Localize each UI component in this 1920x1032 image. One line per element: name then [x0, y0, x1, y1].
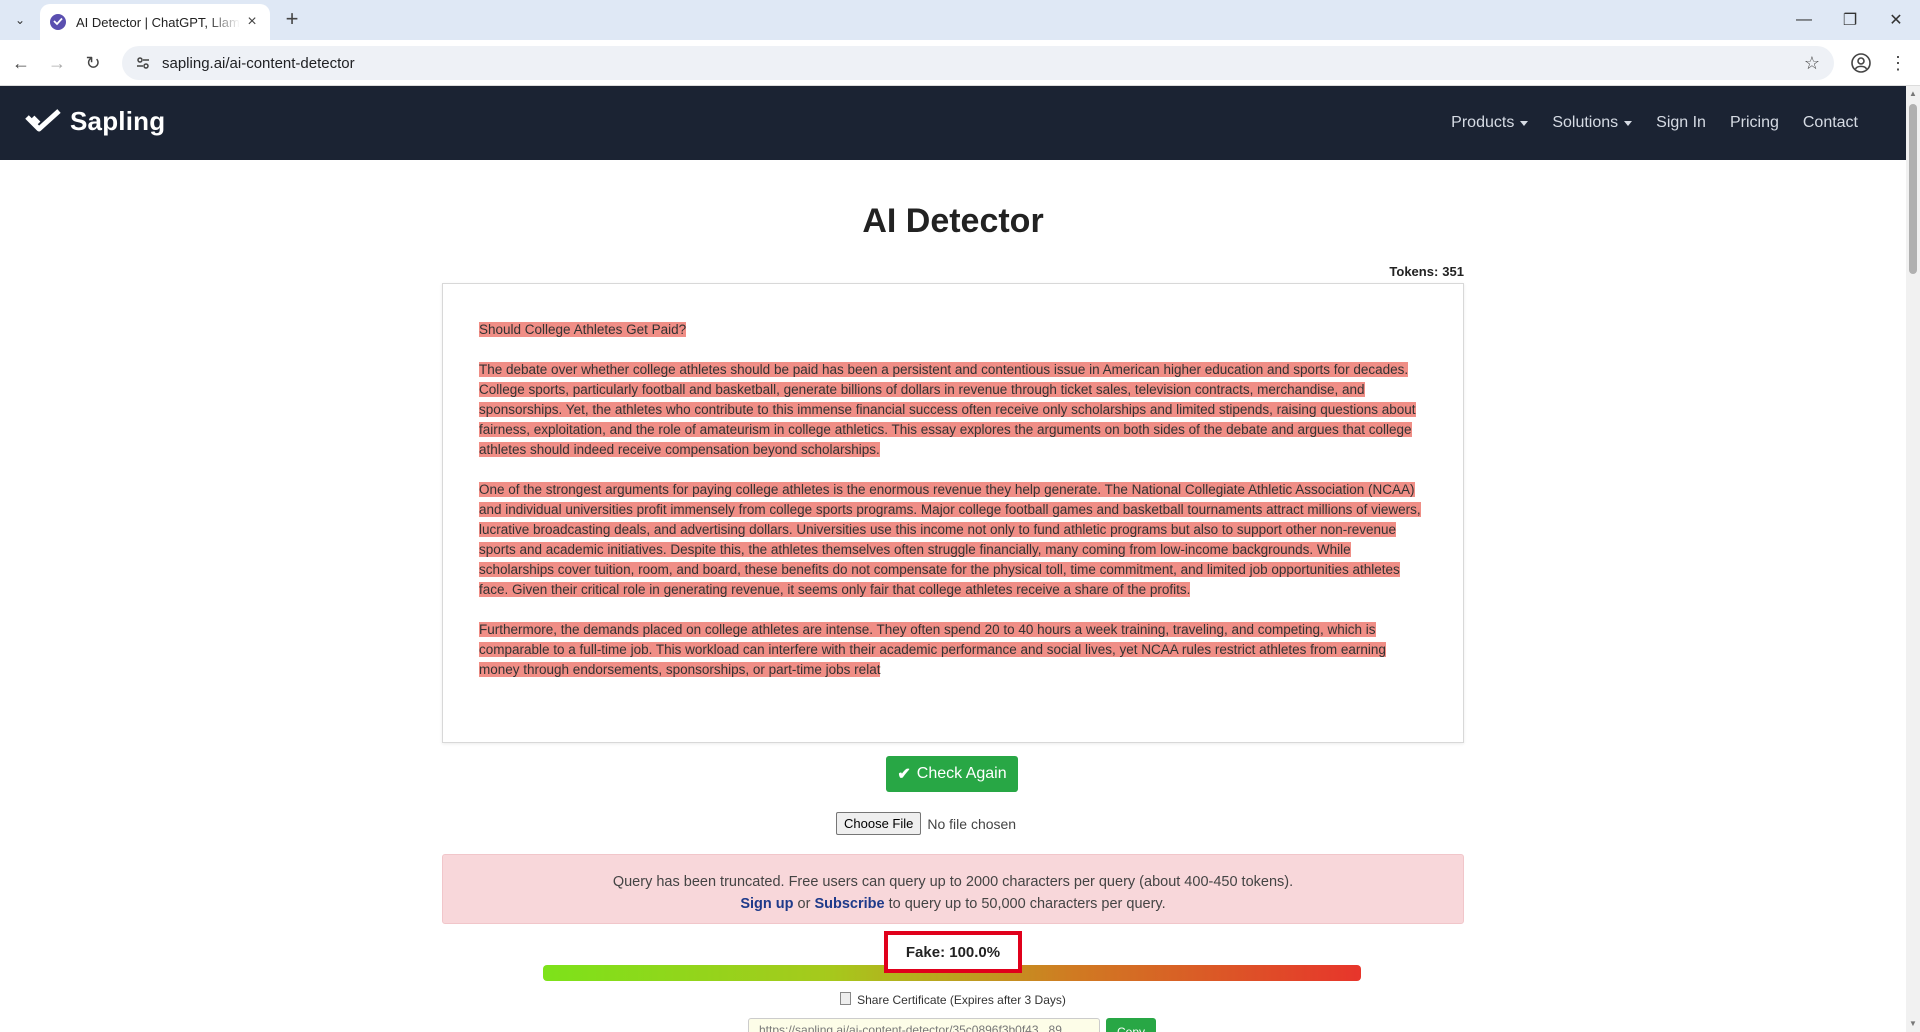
site-navbar: Sapling Products Solutions Sign In Prici…	[0, 86, 1906, 160]
browser-tab-strip: ⌄ AI Detector | ChatGPT, Llama × + — ❐ ✕	[0, 0, 1920, 40]
dropdown-caret-icon	[1520, 120, 1529, 126]
tab-close-icon[interactable]: ×	[244, 14, 260, 30]
file-status: No file chosen	[927, 815, 1017, 832]
text-paragraph: Should College Athletes Get Paid?	[479, 322, 687, 337]
document-icon	[840, 992, 852, 1005]
nav-products[interactable]: Products	[1451, 114, 1529, 132]
scroll-up-icon[interactable]: ▲	[1909, 90, 1917, 98]
text-paragraph: The debate over whether college athletes…	[479, 362, 1416, 457]
truncation-alert: Query has been truncated. Free users can…	[442, 854, 1464, 924]
profile-icon[interactable]	[1850, 52, 1872, 74]
sign-up-link[interactable]: Sign up	[740, 896, 793, 912]
text-paragraph: One of the strongest arguments for payin…	[479, 482, 1421, 597]
brand-name: Sapling	[70, 106, 166, 136]
share-certificate: Share Certificate (Expires after 3 Days)	[0, 992, 1906, 1007]
reload-icon[interactable]: ↻	[80, 50, 106, 76]
token-count: Tokens: 351	[1389, 264, 1464, 279]
dropdown-caret-icon	[1624, 120, 1633, 126]
minimize-icon[interactable]: —	[1782, 6, 1826, 34]
nav-contact[interactable]: Contact	[1803, 114, 1858, 132]
checkmark-icon: ✔	[897, 766, 911, 783]
close-window-icon[interactable]: ✕	[1874, 6, 1918, 34]
alert-line-1: Query has been truncated. Free users can…	[612, 874, 1294, 890]
copy-button[interactable]: Copy	[1106, 1018, 1156, 1032]
bookmark-star-icon[interactable]: ☆	[1802, 53, 1822, 73]
sapling-favicon-icon	[50, 14, 66, 30]
analyzed-text: Should College Athletes Get Paid? The de…	[479, 320, 1429, 700]
tab-search-chevron-icon[interactable]: ⌄	[8, 8, 32, 32]
file-upload: Choose File No file chosen	[836, 812, 1016, 835]
subscribe-link[interactable]: Subscribe	[814, 896, 884, 912]
nav-sign-in[interactable]: Sign In	[1656, 114, 1706, 132]
sapling-logo[interactable]: Sapling	[24, 106, 165, 137]
alert-line-2: Sign up or Subscribe to query up to 50,0…	[740, 896, 1166, 912]
new-tab-plus-icon[interactable]: +	[280, 8, 304, 32]
nav-pricing[interactable]: Pricing	[1730, 114, 1779, 132]
back-arrow-icon[interactable]: ←	[8, 50, 34, 76]
fake-score: Fake: 100.0%	[884, 931, 1022, 973]
nav-solutions[interactable]: Solutions	[1552, 114, 1633, 132]
forward-arrow-icon[interactable]: →	[44, 50, 70, 76]
scroll-thumb[interactable]	[1909, 104, 1917, 274]
nav-links: Products Solutions Sign In Pricing Conta…	[1427, 86, 1858, 160]
site-settings-icon[interactable]	[134, 54, 152, 72]
page-viewport: Sapling Products Solutions Sign In Prici…	[0, 86, 1906, 1032]
page-title: AI Detector	[862, 202, 1044, 240]
choose-file-button[interactable]: Choose File	[836, 812, 922, 835]
check-again-button[interactable]: ✔ Check Again	[886, 756, 1018, 792]
analyzed-text-box[interactable]: Should College Athletes Get Paid? The de…	[442, 283, 1464, 743]
share-url-input[interactable]: https://sapling.ai/ai-content-detector/3…	[748, 1018, 1100, 1032]
scroll-down-icon[interactable]: ▼	[1909, 1020, 1917, 1028]
restore-window-icon[interactable]: ❐	[1828, 6, 1872, 34]
address-bar[interactable]: sapling.ai/ai-content-detector ☆	[122, 46, 1834, 80]
browser-tab-active[interactable]: AI Detector | ChatGPT, Llama ×	[40, 4, 270, 40]
browser-toolbar: ← → ↻ sapling.ai/ai-content-detector ☆ ⋮	[0, 40, 1920, 86]
browser-menu-icon[interactable]: ⋮	[1888, 52, 1908, 74]
sapling-logo-mark-icon	[25, 108, 61, 131]
url-text: sapling.ai/ai-content-detector	[162, 54, 355, 72]
text-paragraph: Furthermore, the demands placed on colle…	[479, 622, 1386, 677]
tab-title: AI Detector | ChatGPT, Llama	[76, 14, 240, 30]
page-scrollbar[interactable]: ▲ ▼	[1906, 86, 1920, 1032]
